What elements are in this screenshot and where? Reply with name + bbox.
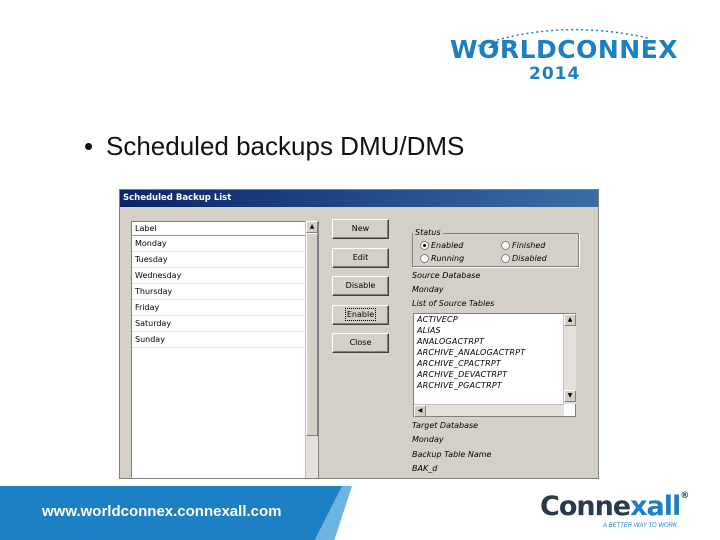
source-tables-vertical-scrollbar[interactable]: ▲ ▼ <box>563 314 576 404</box>
status-option-label: Enabled <box>431 241 464 250</box>
source-table-item[interactable]: ARCHIVE_CPACTRPT <box>414 358 575 369</box>
worldconnex-logo: WORLDCONNEX 2014 <box>448 24 680 86</box>
radio-selected-icon <box>420 241 429 250</box>
status-option-label: Running <box>431 254 465 263</box>
logo-year: 2014 <box>529 64 581 84</box>
list-item[interactable]: Friday <box>132 300 318 316</box>
new-button[interactable]: New <box>332 219 389 239</box>
status-radio-disabled[interactable]: Disabled <box>501 253 571 264</box>
backup-table-value: BAK_d <box>412 464 438 473</box>
target-database-label: Target Database <box>412 421 479 430</box>
source-table-item[interactable]: ARCHIVE_PGACTRPT <box>414 380 575 391</box>
list-vertical-scrollbar[interactable]: ▲ <box>305 221 318 478</box>
source-table-item[interactable]: ACTIVECP <box>414 314 575 325</box>
scroll-thumb[interactable] <box>306 233 318 436</box>
list-item[interactable]: Sunday <box>132 332 318 348</box>
disable-button[interactable]: Disable <box>332 276 389 296</box>
enable-button-label: Enable <box>344 308 377 321</box>
status-radio-enabled[interactable]: Enabled <box>420 240 490 251</box>
status-radio-running[interactable]: Running <box>420 253 490 264</box>
source-tables-listbox[interactable]: ACTIVECP ALIAS ANALOGACTRPT ARCHIVE_ANAL… <box>413 313 576 417</box>
source-database-value: Monday <box>412 285 444 294</box>
disable-button-label: Disable <box>345 281 376 290</box>
scheduled-backup-dialog: Scheduled Backup List Label Monday Tuesd… <box>119 189 599 479</box>
list-item[interactable]: Wednesday <box>132 268 318 284</box>
source-table-item[interactable]: ANALOGACTRPT <box>414 336 575 347</box>
source-table-item[interactable]: ARCHIVE_DEVACTRPT <box>414 369 575 380</box>
schedule-listbox[interactable]: Label Monday Tuesday Wednesday Thursday … <box>131 221 319 478</box>
bullet-dot-icon: • <box>84 131 94 161</box>
close-button-label: Close <box>349 338 372 347</box>
backup-table-label: Backup Table Name <box>412 450 492 459</box>
status-radio-finished[interactable]: Finished <box>501 240 571 251</box>
brand-registered: ® <box>680 491 689 501</box>
source-table-item[interactable]: ARCHIVE_ANALOGACTRPT <box>414 347 575 358</box>
new-button-label: New <box>351 224 370 233</box>
list-header-label[interactable]: Label <box>132 222 318 236</box>
source-database-label: Source Database <box>412 271 481 280</box>
scroll-left-arrow-icon[interactable]: ◀ <box>414 405 426 417</box>
list-item[interactable]: Monday <box>132 236 318 252</box>
radio-icon <box>501 241 510 250</box>
edit-button-label: Edit <box>352 253 369 262</box>
bullet-text: Scheduled backups DMU/DMS <box>106 131 465 161</box>
list-item[interactable]: Saturday <box>132 316 318 332</box>
logo-wordmark: WORLDCONNEX <box>450 35 679 64</box>
source-table-item[interactable]: ALIAS <box>414 325 575 336</box>
radio-icon <box>501 254 510 263</box>
brand-main: Conne <box>540 491 631 522</box>
target-database-value: Monday <box>412 435 444 444</box>
scroll-down-arrow-icon[interactable]: ▼ <box>564 390 576 402</box>
edit-button[interactable]: Edit <box>332 248 389 268</box>
list-item[interactable]: Thursday <box>132 284 318 300</box>
status-option-label: Disabled <box>512 254 547 263</box>
status-option-label: Finished <box>512 241 546 250</box>
brand-tagline: A BETTER WAY TO WORK <box>603 523 678 529</box>
list-item[interactable]: Tuesday <box>132 252 318 268</box>
status-group-title: Status <box>413 228 443 237</box>
enable-button[interactable]: Enable <box>332 305 389 325</box>
brand-accent: xall <box>630 491 681 522</box>
connexall-logo: Connexall® <box>540 491 689 522</box>
scroll-up-arrow-icon[interactable]: ▲ <box>306 221 318 233</box>
bullet-item: • Scheduled backups DMU/DMS <box>84 131 464 162</box>
close-button[interactable]: Close <box>332 333 389 353</box>
radio-icon <box>420 254 429 263</box>
dialog-title-bar: Scheduled Backup List <box>120 190 598 207</box>
source-tables-label: List of Source Tables <box>412 299 495 308</box>
source-tables-horizontal-scrollbar[interactable]: ◀ <box>414 404 564 417</box>
footer-url-link[interactable]: www.worldconnex.connexall.com <box>42 503 282 520</box>
scroll-up-arrow-icon[interactable]: ▲ <box>564 314 576 326</box>
